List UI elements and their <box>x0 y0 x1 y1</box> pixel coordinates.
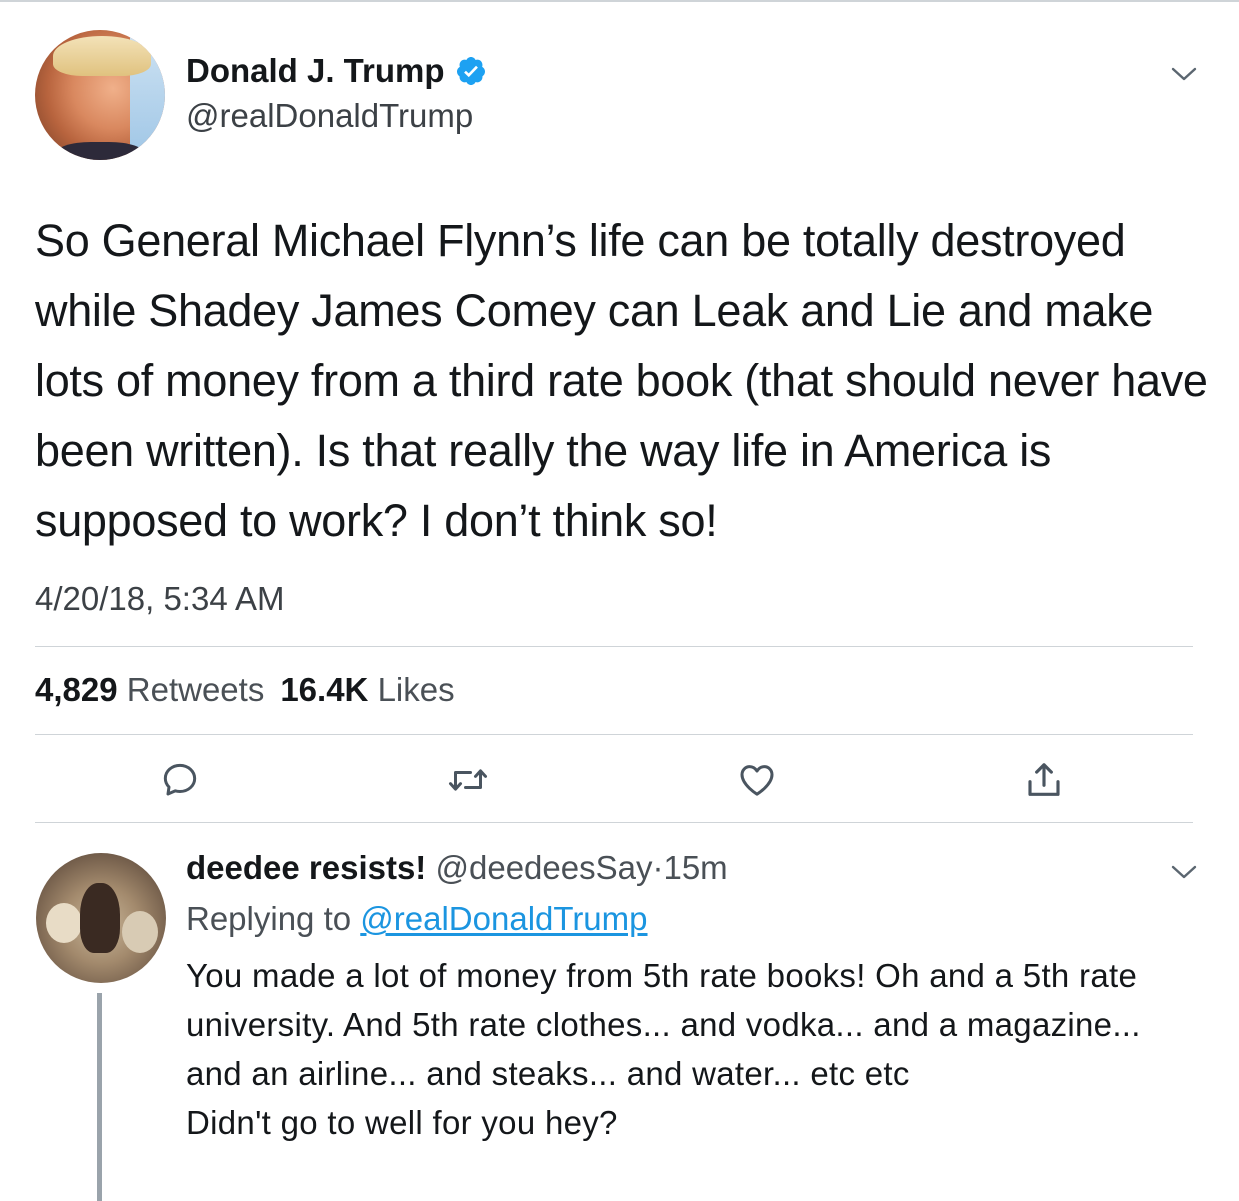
like-icon <box>740 765 774 796</box>
tweet-timestamp[interactable]: 4/20/18, 5:34 AM <box>35 580 285 618</box>
thread-line <box>97 993 102 1201</box>
chevron-down-icon[interactable] <box>1170 64 1198 84</box>
like-count: 16.4K <box>280 671 369 708</box>
replying-to: Replying to @realDonaldTrump <box>186 900 648 938</box>
like-button[interactable] <box>735 758 779 802</box>
retweet-button[interactable] <box>446 758 490 802</box>
share-icon <box>1028 763 1060 796</box>
retweet-count: 4,829 <box>35 671 118 708</box>
share-button[interactable] <box>1022 758 1066 802</box>
top-divider <box>0 0 1239 2</box>
reply-avatar[interactable] <box>36 853 166 983</box>
reply-icon <box>163 763 197 796</box>
reply-chevron-down-icon[interactable] <box>1170 862 1198 882</box>
divider <box>35 734 1193 735</box>
author-name-label: Donald J. Trump <box>186 52 445 89</box>
engagement-stats: 4,829 Retweets 16.4K Likes <box>35 671 455 709</box>
reply-button[interactable] <box>158 758 202 802</box>
retweet-stat[interactable]: 4,829 Retweets <box>35 671 264 708</box>
author-handle[interactable]: @realDonaldTrump <box>186 97 473 135</box>
divider <box>35 822 1193 823</box>
avatar[interactable] <box>35 30 165 160</box>
reply-author-name[interactable]: deedee resists! <box>186 849 426 886</box>
reply-age[interactable]: 15m <box>663 849 727 886</box>
reply-separator: · <box>652 849 664 886</box>
replying-to-link[interactable]: @realDonaldTrump <box>360 900 647 937</box>
like-label: Likes <box>377 671 455 708</box>
reply-author-handle[interactable]: @deedeesSay <box>435 849 652 886</box>
replying-prefix: Replying to <box>186 900 352 937</box>
retweet-icon <box>449 769 487 791</box>
verified-badge-icon <box>456 57 485 85</box>
reply-header: deedee resists! @deedeesSay·15m <box>186 849 728 887</box>
tweet-text: So General Michael Flynn’s life can be t… <box>35 215 1208 546</box>
reply-text: You made a lot of money from 5th rate bo… <box>186 957 1141 1141</box>
like-stat[interactable]: 16.4K Likes <box>280 671 454 708</box>
retweet-label: Retweets <box>126 671 265 708</box>
author-name[interactable]: Donald J. Trump <box>186 52 487 90</box>
divider <box>35 646 1193 647</box>
